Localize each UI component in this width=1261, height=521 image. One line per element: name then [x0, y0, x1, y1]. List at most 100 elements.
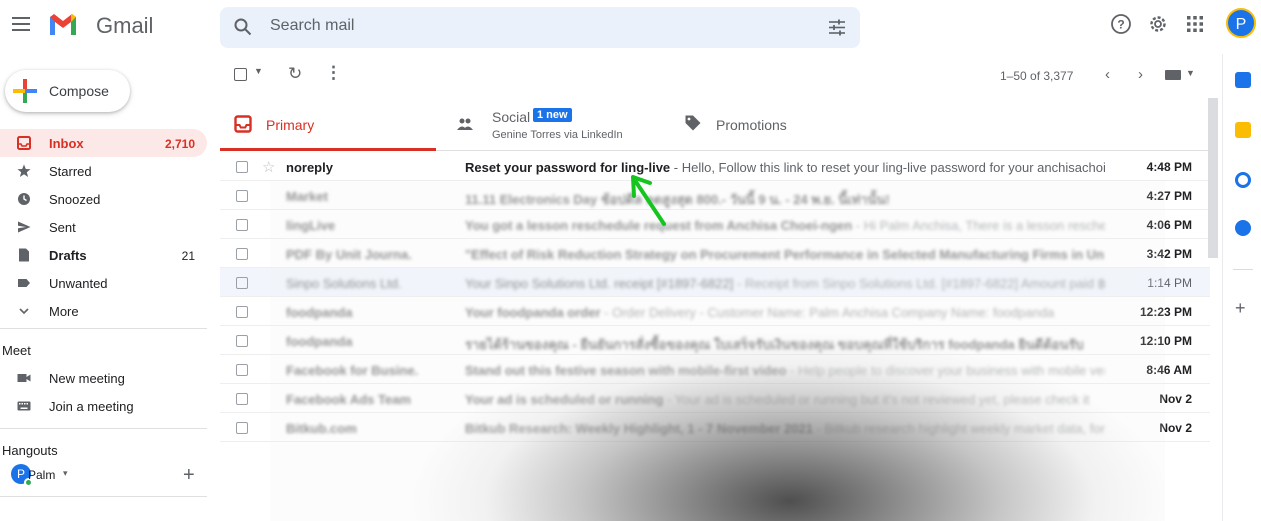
email-row[interactable]: PDF By Unit Journa. "Effect of Risk Redu… — [220, 239, 1210, 268]
refresh-icon[interactable]: ↻ — [288, 64, 302, 84]
new-badge: 1 new — [533, 108, 572, 122]
select-all-checkbox[interactable] — [234, 68, 247, 81]
email-content: Reset your password for ling-live - Hell… — [465, 160, 1105, 175]
scrollbar[interactable] — [1208, 98, 1218, 258]
select-caret-icon[interactable]: ▼ — [254, 66, 263, 76]
star-icon[interactable]: ☆ — [262, 158, 275, 176]
email-row[interactable]: ☆ noreply Reset your password for ling-l… — [220, 152, 1210, 181]
email-row[interactable]: Market 11.11 Electronics Day ช้อปดีล ลดส… — [220, 181, 1210, 210]
add-hangout-button[interactable]: + — [183, 464, 195, 487]
sidebar-item-starred[interactable]: Starred — [0, 157, 207, 185]
gmail-logo-icon[interactable] — [48, 13, 78, 37]
row-checkbox[interactable] — [236, 306, 248, 318]
row-checkbox[interactable] — [236, 277, 248, 289]
apps-icon[interactable] — [1184, 13, 1206, 35]
more-options-icon[interactable]: ⋮ — [325, 63, 342, 83]
add-addon-icon[interactable]: + — [1235, 298, 1246, 319]
search-bar[interactable] — [220, 7, 860, 48]
input-tools-icon[interactable] — [1165, 70, 1181, 80]
pagination-text: 1–50 of 3,377 — [1000, 69, 1074, 83]
row-checkbox[interactable] — [236, 393, 248, 405]
email-sender: lingLive — [286, 218, 336, 233]
email-snippet: - Hello, Follow this link to reset your … — [670, 160, 1105, 175]
sidebar-item-more[interactable]: More — [0, 297, 207, 325]
sidebar-item-label: Starred — [49, 164, 92, 179]
email-time: 1:14 PM — [1147, 276, 1192, 290]
help-icon[interactable]: ? — [1110, 13, 1132, 35]
email-time: Nov 2 — [1159, 421, 1192, 435]
join-meeting-link[interactable]: Join a meeting — [0, 392, 207, 420]
label-icon — [18, 279, 30, 287]
email-subject: รายได้ร้านของคุณ - ยืนยันการสั่งซื้อของค… — [465, 337, 1084, 352]
search-options-icon[interactable] — [828, 19, 846, 36]
hangouts-section-title: Hangouts — [2, 443, 58, 458]
menu-icon[interactable] — [12, 17, 30, 31]
plus-icon — [13, 79, 37, 103]
input-tools-caret-icon[interactable]: ▼ — [1186, 68, 1195, 78]
email-row[interactable]: foodpanda Your foodpanda order - Order D… — [220, 297, 1210, 326]
hangouts-user-name[interactable]: Palm — [28, 468, 55, 482]
email-time: 4:06 PM — [1146, 218, 1192, 232]
tasks-icon[interactable] — [1235, 172, 1251, 188]
email-snippet: - Hi Palm Anchisa, There is a lesson res… — [852, 218, 1105, 233]
email-content: Your Sinpo Solutions Ltd. receipt [#1897… — [465, 276, 1105, 292]
email-sender: foodpanda — [286, 334, 353, 349]
email-snippet: - Receipt from Sinpo Solutions Ltd. [#18… — [733, 276, 1105, 291]
email-row[interactable]: foodpanda รายได้ร้านของคุณ - ยืนยันการสั… — [220, 326, 1210, 355]
row-checkbox[interactable] — [236, 219, 248, 231]
sidebar-item-drafts[interactable]: Drafts 21 — [0, 241, 207, 269]
keep-icon[interactable] — [1235, 122, 1251, 138]
contacts-icon[interactable] — [1235, 220, 1251, 236]
prev-page-icon[interactable]: ‹ — [1105, 66, 1110, 83]
email-row[interactable]: Facebook Ads Team Your ad is scheduled o… — [220, 384, 1210, 413]
sidebar-item-snoozed[interactable]: Snoozed — [0, 185, 207, 213]
email-time: 4:27 PM — [1146, 189, 1192, 203]
email-row[interactable]: lingLive You got a lesson reschedule req… — [220, 210, 1210, 239]
caret-down-icon[interactable]: ▾ — [63, 468, 68, 479]
email-row[interactable]: Bitkub.com Bitkub Research: Weekly Highl… — [220, 413, 1210, 442]
sidebar-item-label: Drafts — [49, 248, 87, 263]
row-checkbox[interactable] — [236, 248, 248, 260]
account-avatar[interactable]: P — [1226, 8, 1256, 38]
search-icon[interactable] — [234, 18, 252, 36]
compose-button[interactable]: Compose — [5, 70, 130, 112]
divider — [0, 428, 207, 429]
star-icon — [17, 164, 31, 177]
email-sender: Market — [286, 189, 328, 204]
email-subject: Your ad is scheduled or running — [465, 392, 664, 407]
email-row[interactable]: Facebook for Busine. Stand out this fest… — [220, 355, 1210, 384]
next-page-icon[interactable]: › — [1138, 66, 1143, 83]
email-snippet: - Your ad is scheduled or running but it… — [663, 392, 1090, 407]
tab-primary[interactable]: Primary — [220, 99, 436, 151]
calendar-icon[interactable] — [1235, 72, 1251, 88]
sidebar-item-sent[interactable]: Sent — [0, 213, 207, 241]
settings-icon[interactable] — [1147, 13, 1169, 35]
row-checkbox[interactable] — [236, 335, 248, 347]
email-subject: Your Sinpo Solutions Ltd. receipt [#1897… — [465, 276, 734, 291]
email-snippet: - Order Delivery - Customer Name: Palm A… — [600, 305, 1055, 320]
toolbar: ▼ ↻ ⋮ 1–50 of 3,377 ‹ › ▼ — [220, 54, 1210, 99]
tab-promotions[interactable]: Promotions — [676, 99, 896, 151]
email-snippet: - Bitkub research highlight weekly marke… — [816, 421, 1105, 436]
email-row[interactable]: Sinpo Solutions Ltd. Your Sinpo Solution… — [220, 268, 1210, 297]
search-input[interactable] — [270, 17, 770, 35]
new-meeting-link[interactable]: New meeting — [0, 364, 207, 392]
email-content: You got a lesson reschedule request from… — [465, 218, 1105, 233]
row-checkbox[interactable] — [236, 161, 248, 173]
inbox-icon — [17, 136, 31, 150]
svg-text:?: ? — [1117, 18, 1124, 32]
email-content: 11.11 Electronics Day ช้อปดีล ลดสูงสุด 8… — [465, 189, 1105, 210]
row-checkbox[interactable] — [236, 364, 248, 376]
sidebar-item-unwanted[interactable]: Unwanted — [0, 269, 207, 297]
meet-section-title: Meet — [2, 343, 31, 358]
email-subject: Stand out this festive season with mobil… — [465, 363, 787, 378]
tab-social[interactable]: Social — [436, 99, 656, 151]
sidebar-item-label: Snoozed — [49, 192, 101, 207]
row-checkbox[interactable] — [236, 190, 248, 202]
sidebar-item-label: Unwanted — [49, 276, 108, 291]
keyboard-icon — [17, 401, 31, 411]
tab-subtitle: Genine Torres via LinkedIn — [492, 129, 623, 141]
email-sender: Sinpo Solutions Ltd. — [286, 276, 402, 291]
sidebar-item-inbox[interactable]: Inbox 2,710 — [0, 129, 207, 157]
row-checkbox[interactable] — [236, 422, 248, 434]
